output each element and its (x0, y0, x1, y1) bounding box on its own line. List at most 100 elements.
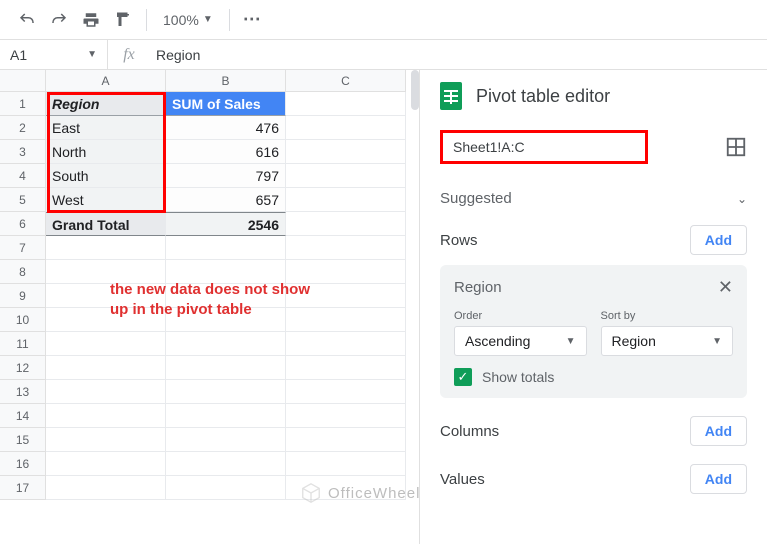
pivot-editor-panel: Pivot table editor Sheet1!A:C Suggested … (420, 70, 767, 544)
cell[interactable] (286, 212, 406, 236)
cell[interactable]: 657 (166, 188, 286, 212)
panel-title: Pivot table editor (476, 86, 610, 107)
spreadsheet: A B C 1 Region SUM of Sales 2 East 476 3… (0, 70, 420, 544)
row-header[interactable]: 2 (0, 116, 46, 140)
cell[interactable] (286, 452, 406, 476)
print-icon[interactable] (78, 7, 104, 33)
cell[interactable] (46, 236, 166, 260)
cell[interactable] (166, 476, 286, 500)
cell[interactable]: East (46, 116, 166, 140)
data-range-value: Sheet1!A:C (453, 139, 525, 155)
cell[interactable] (286, 164, 406, 188)
row-header[interactable]: 8 (0, 260, 46, 284)
row-header[interactable]: 17 (0, 476, 46, 500)
cell[interactable]: 616 (166, 140, 286, 164)
row-header[interactable]: 10 (0, 308, 46, 332)
add-columns-button[interactable]: Add (690, 416, 747, 446)
cell[interactable]: 797 (166, 164, 286, 188)
columns-label: Columns (440, 423, 499, 440)
cell[interactable]: South (46, 164, 166, 188)
cell[interactable]: West (46, 188, 166, 212)
row-header[interactable]: 14 (0, 404, 46, 428)
watermark: OfficeWheel (300, 482, 420, 504)
cell[interactable] (286, 92, 406, 116)
cell[interactable] (286, 356, 406, 380)
cell[interactable] (286, 428, 406, 452)
pivot-row-header[interactable]: Region (46, 92, 166, 116)
row-header[interactable]: 11 (0, 332, 46, 356)
cell[interactable] (46, 476, 166, 500)
remove-field-icon[interactable]: ✕ (718, 277, 733, 298)
pivot-grand-total-label[interactable]: Grand Total (46, 212, 166, 236)
formula-input[interactable]: Region (150, 47, 200, 63)
chevron-down-icon: ▼ (712, 336, 722, 347)
data-range-input[interactable]: Sheet1!A:C (440, 130, 648, 164)
select-range-icon[interactable] (725, 136, 747, 158)
cell[interactable] (166, 428, 286, 452)
cell[interactable] (286, 140, 406, 164)
redo-icon[interactable] (46, 7, 72, 33)
sortby-label: Sort by (601, 310, 734, 322)
cell[interactable] (286, 332, 406, 356)
cell[interactable]: North (46, 140, 166, 164)
show-totals-checkbox[interactable]: ✓ Show totals (454, 368, 733, 386)
scrollbar[interactable] (411, 70, 419, 110)
row-header[interactable]: 3 (0, 140, 46, 164)
cell[interactable] (286, 188, 406, 212)
paint-format-icon[interactable] (110, 7, 136, 33)
row-header[interactable]: 15 (0, 428, 46, 452)
cell[interactable] (46, 380, 166, 404)
rows-field-chip: Region ✕ Order Ascending ▼ Sort by (440, 265, 747, 398)
cell[interactable] (166, 404, 286, 428)
show-totals-label: Show totals (482, 369, 554, 385)
cell[interactable] (286, 236, 406, 260)
cell[interactable] (46, 356, 166, 380)
rows-section-header: Rows Add (440, 225, 747, 255)
pivot-grand-total-value[interactable]: 2546 (166, 212, 286, 236)
cell[interactable]: 476 (166, 116, 286, 140)
col-header[interactable]: A (46, 70, 166, 92)
col-header[interactable]: C (286, 70, 406, 92)
sortby-dropdown[interactable]: Region ▼ (601, 326, 734, 356)
order-value: Ascending (465, 333, 530, 349)
cell[interactable] (286, 404, 406, 428)
cell[interactable] (166, 380, 286, 404)
row-header[interactable]: 6 (0, 212, 46, 236)
add-values-button[interactable]: Add (690, 464, 747, 494)
undo-icon[interactable] (14, 7, 40, 33)
cell[interactable] (286, 116, 406, 140)
add-rows-button[interactable]: Add (690, 225, 747, 255)
values-label: Values (440, 471, 485, 488)
row-header[interactable]: 12 (0, 356, 46, 380)
cell[interactable] (166, 356, 286, 380)
row-header[interactable]: 16 (0, 452, 46, 476)
cell[interactable] (46, 332, 166, 356)
cell[interactable] (286, 380, 406, 404)
name-box[interactable]: A1 ▼ (0, 40, 108, 69)
cell[interactable] (166, 236, 286, 260)
row-header[interactable]: 13 (0, 380, 46, 404)
name-box-value: A1 (10, 47, 27, 63)
cell[interactable] (166, 332, 286, 356)
cell[interactable] (166, 452, 286, 476)
row-header[interactable]: 4 (0, 164, 46, 188)
row-header[interactable]: 1 (0, 92, 46, 116)
order-dropdown[interactable]: Ascending ▼ (454, 326, 587, 356)
more-icon[interactable]: ⋯ (240, 7, 266, 33)
chevron-down-icon: ▼ (87, 49, 97, 60)
row-header[interactable]: 9 (0, 284, 46, 308)
cell[interactable] (46, 404, 166, 428)
zoom-value: 100% (163, 12, 199, 28)
checkbox-checked-icon: ✓ (454, 368, 472, 386)
pivot-value-header[interactable]: SUM of Sales (166, 92, 286, 116)
col-header[interactable]: B (166, 70, 286, 92)
zoom-dropdown[interactable]: 100% ▼ (157, 12, 219, 28)
row-header[interactable]: 5 (0, 188, 46, 212)
chevron-down-icon: ⌄ (737, 192, 747, 206)
order-label: Order (454, 310, 587, 322)
cell[interactable] (46, 452, 166, 476)
cell[interactable] (46, 428, 166, 452)
suggested-section[interactable]: Suggested ⌄ (440, 190, 747, 207)
select-all-corner[interactable] (0, 70, 46, 92)
row-header[interactable]: 7 (0, 236, 46, 260)
